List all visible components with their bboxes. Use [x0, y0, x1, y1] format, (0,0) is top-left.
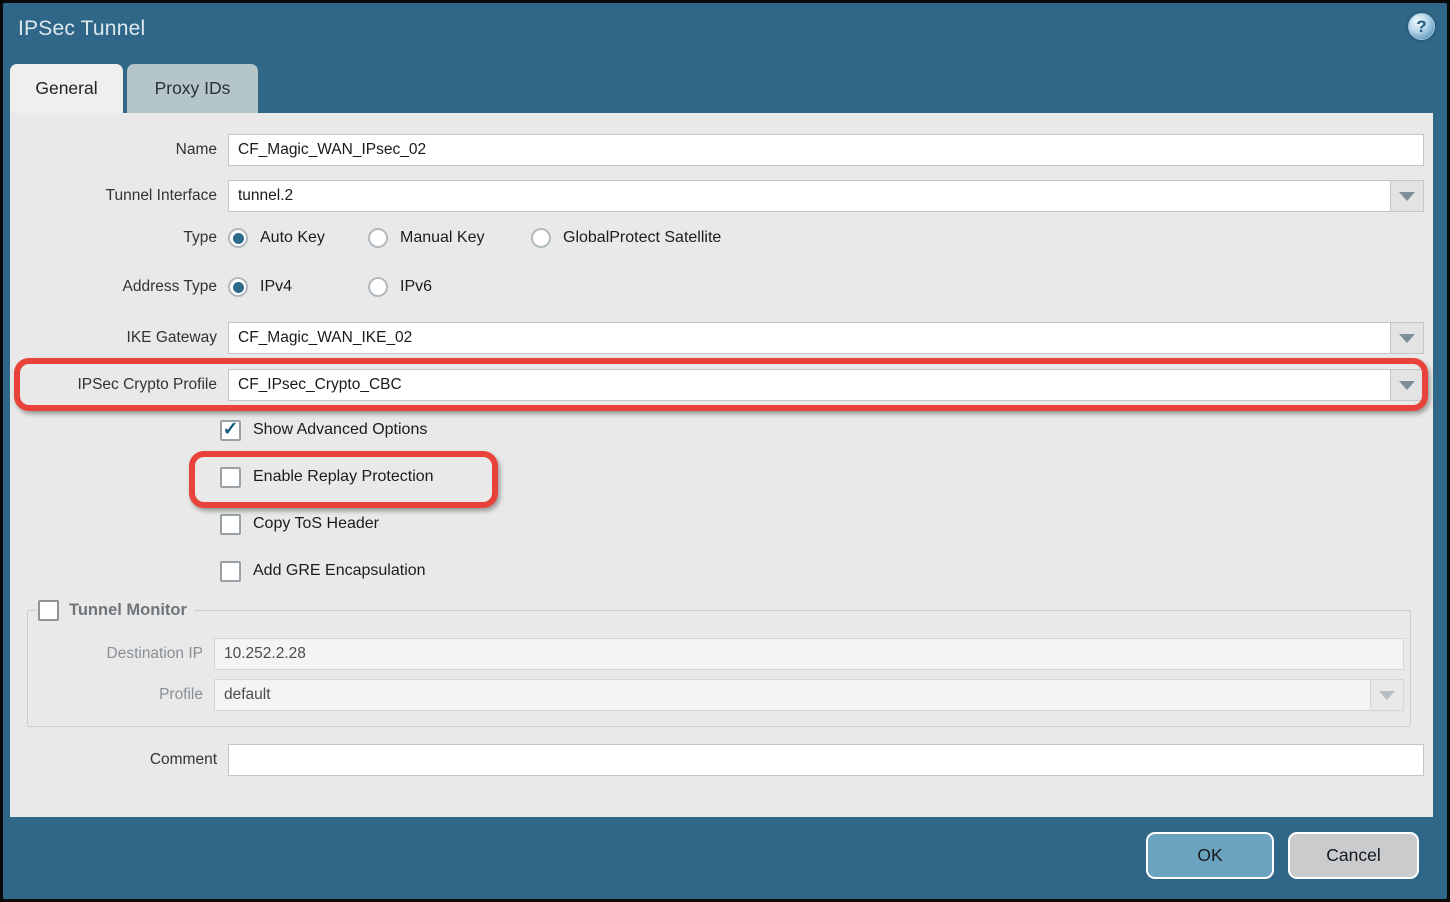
profile-label: Profile	[28, 686, 203, 704]
name-input[interactable]	[228, 134, 1424, 166]
help-icon[interactable]: ?	[1408, 13, 1435, 40]
type-row: Type Auto Key Manual Key GlobalProtect S…	[10, 228, 1424, 248]
radio-manual-key-control[interactable]	[368, 228, 388, 248]
tunnel-interface-input[interactable]	[228, 180, 1391, 212]
tunnel-monitor-label: Tunnel Monitor	[69, 601, 187, 620]
add-gre-encapsulation-label: Add GRE Encapsulation	[253, 562, 426, 580]
copy-tos-header-label: Copy ToS Header	[253, 515, 379, 533]
radio-globalprotect-satellite-control[interactable]	[531, 228, 551, 248]
radio-auto-key-label: Auto Key	[260, 229, 325, 247]
ipsec-tunnel-dialog: IPSec Tunnel ? General Proxy IDs Name Tu…	[0, 0, 1450, 902]
radio-ipv4-control[interactable]	[228, 277, 248, 297]
ok-button[interactable]: OK	[1146, 832, 1274, 879]
enable-replay-protection-checkbox[interactable]	[220, 467, 241, 488]
radio-ipv6[interactable]: IPv6	[368, 277, 432, 297]
profile-input	[214, 679, 1371, 711]
enable-replay-protection-row[interactable]: Enable Replay Protection	[220, 465, 1424, 489]
type-options: Auto Key Manual Key GlobalProtect Satell…	[228, 228, 1424, 248]
add-gre-encapsulation-checkbox[interactable]	[220, 561, 241, 582]
add-gre-encapsulation-row[interactable]: Add GRE Encapsulation	[220, 559, 1424, 583]
comment-input[interactable]	[228, 744, 1424, 776]
profile-row: Profile	[28, 679, 1404, 711]
radio-ipv6-label: IPv6	[400, 278, 432, 296]
tab-bar: General Proxy IDs	[10, 64, 1447, 113]
show-advanced-options-label: Show Advanced Options	[253, 421, 427, 439]
comment-row: Comment	[10, 744, 1424, 776]
profile-combo	[214, 679, 1404, 711]
name-label: Name	[10, 141, 217, 159]
destination-ip-row: Destination IP	[28, 638, 1404, 670]
chevron-down-icon	[1399, 381, 1415, 390]
radio-auto-key-control[interactable]	[228, 228, 248, 248]
address-type-options: IPv4 IPv6	[228, 277, 1424, 297]
tunnel-monitor-group: Tunnel Monitor Destination IP Profile	[27, 600, 1411, 727]
ipsec-crypto-profile-combo	[228, 369, 1424, 401]
radio-globalprotect-satellite-label: GlobalProtect Satellite	[563, 229, 721, 247]
chevron-down-icon	[1399, 192, 1415, 201]
type-label: Type	[10, 229, 217, 247]
comment-label: Comment	[10, 751, 217, 769]
tab-general[interactable]: General	[10, 64, 123, 113]
ipsec-crypto-profile-input[interactable]	[228, 369, 1391, 401]
tunnel-monitor-legend[interactable]: Tunnel Monitor	[38, 600, 187, 621]
tab-general-label: General	[35, 78, 97, 99]
radio-manual-key-label: Manual Key	[400, 229, 485, 247]
ipsec-crypto-profile-row: IPSec Crypto Profile	[10, 369, 1424, 401]
show-advanced-options-checkbox[interactable]	[220, 420, 241, 441]
ike-gateway-row: IKE Gateway	[10, 322, 1424, 354]
radio-ipv4[interactable]: IPv4	[228, 277, 368, 297]
tunnel-interface-combo	[228, 180, 1424, 212]
radio-auto-key[interactable]: Auto Key	[228, 228, 368, 248]
destination-ip-label: Destination IP	[28, 645, 203, 663]
chevron-down-icon	[1399, 334, 1415, 343]
show-advanced-options-row[interactable]: Show Advanced Options	[220, 418, 1424, 442]
general-tab-panel: Name Tunnel Interface Type Auto Key	[10, 113, 1433, 817]
chevron-down-icon	[1379, 691, 1395, 700]
tunnel-interface-dropdown-button[interactable]	[1391, 180, 1424, 212]
ike-gateway-dropdown-button[interactable]	[1391, 322, 1424, 354]
tab-proxy-ids-label: Proxy IDs	[155, 78, 231, 99]
address-type-row: Address Type IPv4 IPv6	[10, 277, 1424, 297]
dialog-title: IPSec Tunnel	[18, 17, 145, 41]
copy-tos-header-checkbox[interactable]	[220, 514, 241, 535]
profile-dropdown-button	[1371, 679, 1404, 711]
address-type-label: Address Type	[10, 278, 217, 296]
cancel-button[interactable]: Cancel	[1288, 832, 1419, 879]
dialog-titlebar: IPSec Tunnel ?	[3, 3, 1447, 64]
radio-ipv6-control[interactable]	[368, 277, 388, 297]
destination-ip-input	[214, 638, 1404, 670]
radio-ipv4-label: IPv4	[260, 278, 292, 296]
tunnel-interface-label: Tunnel Interface	[10, 187, 217, 205]
ike-gateway-input[interactable]	[228, 322, 1391, 354]
radio-manual-key[interactable]: Manual Key	[368, 228, 531, 248]
ipsec-crypto-profile-dropdown-button[interactable]	[1391, 369, 1424, 401]
name-row: Name	[10, 134, 1424, 166]
tab-proxy-ids[interactable]: Proxy IDs	[127, 64, 258, 113]
enable-replay-protection-label: Enable Replay Protection	[253, 468, 434, 486]
dialog-footer: OK Cancel	[3, 817, 1447, 902]
ipsec-crypto-profile-label: IPSec Crypto Profile	[10, 376, 217, 394]
ike-gateway-combo	[228, 322, 1424, 354]
tunnel-interface-row: Tunnel Interface	[10, 180, 1424, 212]
radio-globalprotect-satellite[interactable]: GlobalProtect Satellite	[531, 228, 721, 248]
ike-gateway-label: IKE Gateway	[10, 329, 217, 347]
tunnel-monitor-checkbox[interactable]	[38, 600, 59, 621]
copy-tos-header-row[interactable]: Copy ToS Header	[220, 512, 1424, 536]
